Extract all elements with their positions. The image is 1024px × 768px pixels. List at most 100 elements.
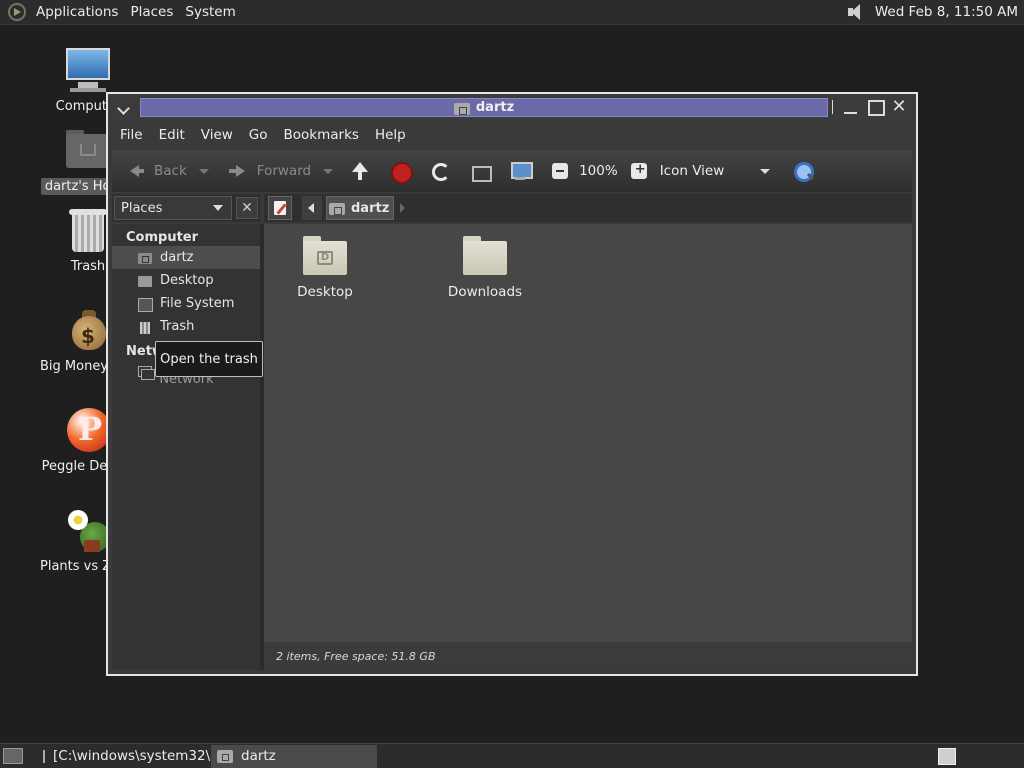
desktop-icon-label: Trash — [70, 259, 106, 274]
window-menu-icon[interactable] — [116, 99, 132, 115]
title-bar[interactable]: dartz — [140, 98, 828, 117]
sidebar-item-label: dartz — [160, 250, 194, 265]
up-button[interactable] — [349, 160, 379, 182]
stop-button[interactable] — [389, 160, 419, 184]
file-item-label: Desktop — [297, 284, 353, 300]
breadcrumb-label: dartz — [351, 200, 390, 216]
menu-go[interactable]: Go — [241, 127, 276, 143]
workspace-switcher[interactable] — [938, 747, 956, 765]
search-icon — [792, 160, 815, 182]
file-item-label: Downloads — [447, 284, 523, 300]
sidebar-type-label: Places — [121, 200, 163, 216]
drive-icon — [138, 297, 153, 312]
show-desktop-button[interactable] — [3, 748, 23, 764]
menu-view[interactable]: View — [193, 127, 241, 143]
distro-logo-icon[interactable] — [8, 3, 26, 21]
sidebar-item-label: Desktop — [160, 273, 214, 288]
breadcrumb[interactable]: dartz — [326, 196, 395, 220]
taskbar-item-cmd[interactable]: [C:\windows\system32\cmd.exe] — [37, 745, 273, 768]
taskbar-item-label: dartz — [241, 748, 276, 764]
plants-icon — [64, 506, 112, 554]
titlebar-separator — [832, 100, 833, 114]
file-view[interactable]: D Desktop Downloads — [264, 224, 912, 642]
view-mode-select[interactable]: Icon View — [660, 163, 771, 179]
zoom-level: 100% — [579, 163, 618, 179]
network-icon — [138, 365, 156, 380]
trash-icon — [138, 320, 152, 334]
forward-history-dropdown[interactable] — [323, 168, 334, 174]
window-title: dartz — [475, 100, 515, 115]
statusbar: 2 items, Free space: 51.8 GB — [264, 642, 912, 670]
volume-icon[interactable] — [845, 3, 867, 21]
search-button[interactable] — [792, 160, 822, 182]
status-text: 2 items, Free space: 51.8 GB — [276, 649, 436, 663]
menu-bookmarks[interactable]: Bookmarks — [276, 127, 367, 143]
sidebar: Computer dartz Desktop File System Trash… — [112, 224, 260, 670]
sidebar-item-label: Trash — [160, 319, 195, 334]
panel-tray: Wed Feb 8, 11:50 AM — [845, 3, 1024, 21]
desktop-folder-icon: D — [303, 236, 347, 276]
clock[interactable]: Wed Feb 8, 11:50 AM — [875, 4, 1018, 20]
zoom-in-button[interactable] — [628, 160, 658, 182]
menubar: File Edit View Go Bookmarks Help — [112, 122, 912, 148]
zoom-out-button[interactable]: 100% — [549, 160, 618, 182]
menu-places[interactable]: Places — [124, 4, 179, 20]
sidebar-header: Places ✕ — [112, 194, 260, 222]
sidebar-item-dartz[interactable]: dartz — [112, 246, 260, 269]
forward-label: Forward — [256, 163, 312, 179]
edit-location-button[interactable] — [268, 196, 292, 220]
path-scroll-right-button[interactable] — [398, 196, 408, 220]
titlebar[interactable]: dartz ✕ — [108, 94, 916, 120]
terminal-icon — [43, 749, 45, 763]
computer-icon — [64, 46, 112, 94]
zoom-out-icon — [549, 160, 571, 182]
sidebar-item-file-system[interactable]: File System — [112, 292, 260, 315]
sidebar-section-computer: Computer — [126, 230, 199, 245]
tooltip: Open the trash — [155, 341, 263, 377]
menu-file[interactable]: File — [112, 127, 151, 143]
sidebar-item-trash[interactable]: Trash — [112, 315, 260, 338]
bottom-panel: [C:\windows\system32\cmd.exe] dartz — [0, 743, 1024, 768]
file-manager-window: dartz ✕ File Edit View Go Bookmarks Help… — [106, 92, 918, 676]
up-arrow-icon — [349, 160, 371, 182]
chevron-down-icon — [213, 205, 223, 211]
minimize-button[interactable] — [842, 98, 860, 116]
close-sidebar-button[interactable]: ✕ — [236, 197, 258, 219]
back-label: Back — [154, 163, 187, 179]
peggle-icon: P — [64, 406, 112, 454]
forward-arrow-icon — [227, 160, 249, 182]
back-arrow-icon — [124, 160, 146, 182]
menu-help[interactable]: Help — [367, 127, 414, 143]
menu-system[interactable]: System — [179, 4, 241, 20]
reload-button[interactable] — [429, 160, 459, 182]
maximize-button[interactable] — [866, 98, 885, 116]
home-icon — [453, 101, 470, 115]
zoom-in-icon — [628, 160, 650, 182]
computer-button[interactable] — [509, 160, 539, 182]
back-history-dropdown[interactable] — [198, 168, 209, 174]
close-button[interactable]: ✕ — [890, 98, 908, 116]
home-icon — [329, 201, 345, 215]
forward-button[interactable]: Forward — [227, 160, 334, 182]
sidebar-type-select[interactable]: Places — [114, 196, 232, 220]
back-button[interactable]: Back — [124, 160, 209, 182]
path-bar: dartz — [264, 194, 912, 222]
file-item-downloads[interactable]: Downloads — [430, 236, 540, 300]
stop-icon — [389, 160, 414, 184]
home-icon — [469, 160, 493, 182]
reload-icon — [429, 160, 451, 182]
money-bag-icon: $ — [64, 306, 112, 354]
menu-applications[interactable]: Applications — [30, 4, 124, 20]
taskbar-item-dartz[interactable]: dartz — [211, 744, 377, 768]
file-item-desktop[interactable]: D Desktop — [270, 236, 380, 300]
chevron-down-icon — [760, 168, 771, 174]
home-button[interactable] — [469, 160, 499, 182]
folder-icon — [463, 236, 507, 276]
computer-icon — [509, 160, 534, 182]
menu-edit[interactable]: Edit — [151, 127, 193, 143]
top-panel: Applications Places System Wed Feb 8, 11… — [0, 0, 1024, 25]
home-folder-icon — [64, 126, 112, 174]
sidebar-item-desktop[interactable]: Desktop — [112, 269, 260, 292]
path-scroll-left-button[interactable] — [302, 196, 322, 220]
view-mode-label: Icon View — [659, 163, 725, 179]
